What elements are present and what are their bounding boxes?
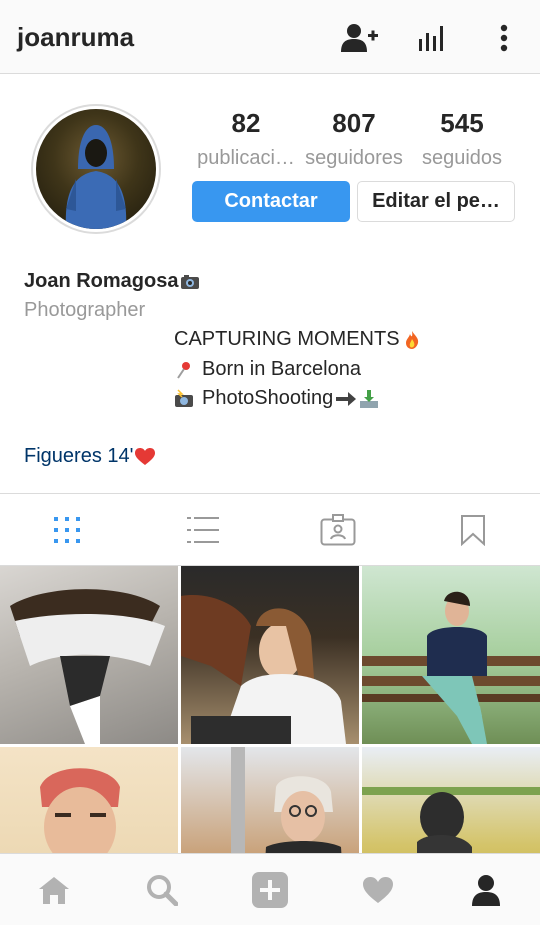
bio-location-link[interactable]: Figueres 14' [24,445,156,468]
heart-icon[interactable] [358,870,398,910]
photo-tile[interactable] [181,566,359,744]
stat-following-label: seguidos [421,147,503,169]
photo-tile[interactable] [181,747,359,856]
bio-line-3-text: PhotoShooting [202,387,334,409]
arrow-right-emoji-icon [336,391,357,406]
home-icon[interactable] [34,870,74,910]
profile-username: joanruma [17,22,135,52]
top-bar: joanruma [0,0,540,74]
avatar-photo [36,109,156,229]
add-person-icon[interactable] [340,20,380,56]
red-heart-emoji-icon [135,447,156,465]
contact-button[interactable]: Contactar [192,181,350,222]
profile-full-name: Joan Romagosa [24,270,179,292]
edit-profile-button[interactable]: Editar el pe… [357,181,515,222]
stat-posts[interactable]: 82 publicaci… [191,108,301,170]
stats-bars-icon[interactable] [412,20,452,56]
bio-location-text: Figueres 14' [24,445,134,467]
stat-followers[interactable]: 807 seguidores [299,108,409,170]
stat-following-count: 545 [440,108,484,138]
photo-tile[interactable] [362,566,540,744]
bio-line-2: Born in Barcelona [174,358,361,381]
profile-view-tabs [0,493,540,566]
pin-emoji-icon [177,361,190,379]
photo-grid [0,566,540,856]
photo-tile[interactable] [0,566,178,744]
camera-flash-emoji-icon [175,388,193,407]
stat-following[interactable]: 545 seguidos [407,108,517,170]
stat-followers-label: seguidores [305,147,403,169]
bio-line-1: CAPTURING MOMENTS [174,328,422,351]
bio-name-row: Joan Romagosa [24,270,200,293]
stat-posts-label: publicaci… [197,147,295,169]
bio-line-3: PhotoShooting [174,387,379,410]
fire-emoji-icon [405,330,418,349]
stat-posts-count: 82 [231,108,261,138]
photo-tile[interactable] [362,747,540,856]
list-icon[interactable] [185,512,221,548]
add-icon[interactable] [250,870,290,910]
bio-line-2-text: Born in Barcelona [202,358,361,380]
search-icon[interactable] [142,870,182,910]
stat-followers-count: 807 [332,108,376,138]
photo-tile[interactable] [0,747,178,856]
camera-emoji-icon [181,274,200,289]
saved-icon[interactable] [455,512,491,548]
profile-avatar[interactable] [31,104,161,234]
grid-icon[interactable] [49,512,85,548]
profile-icon[interactable] [466,870,506,910]
more-vertical-icon[interactable] [484,20,524,56]
inbox-tray-emoji-icon [360,389,379,408]
bottom-navigation [0,853,540,925]
tagged-icon[interactable] [320,512,356,548]
bio-line-1-text: CAPTURING MOMENTS [174,328,400,350]
profile-category: Photographer [24,299,146,321]
